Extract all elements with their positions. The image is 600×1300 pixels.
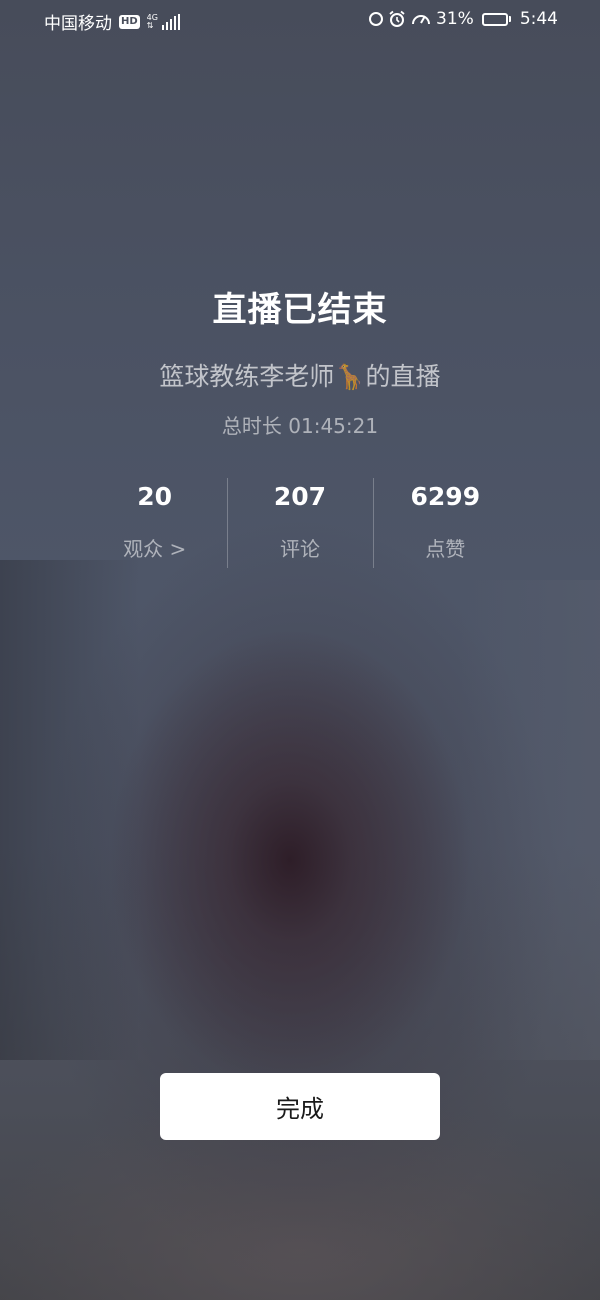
alarm-icon	[389, 10, 405, 27]
status-bar: 中国移动 HD 4G ⇅ 31% 5:44	[0, 0, 600, 40]
signal-icon	[161, 13, 180, 30]
done-button[interactable]: 完成	[160, 1073, 440, 1140]
carrier-name: 中国移动	[44, 14, 112, 34]
background-shade-right	[460, 580, 600, 1060]
data-saver-icon	[369, 12, 384, 26]
total-duration: 总时长 01:45:21	[221, 414, 379, 438]
battery-percent: 31%	[436, 9, 474, 29]
status-time: 5:44	[519, 9, 558, 29]
stats-row: 20 观众 > 207 评论 6299 点赞	[82, 478, 518, 568]
network-type-icon: 4G ⇅	[146, 12, 158, 30]
stat-viewers[interactable]: 20 观众 >	[82, 478, 227, 568]
viewers-count: 20	[137, 482, 173, 511]
stat-comments: 207 评论	[227, 478, 372, 568]
stream-subtitle: 篮球教练李老师🦒的直播	[159, 362, 441, 391]
page-title: 直播已结束	[212, 290, 388, 330]
comments-label: 评论	[279, 537, 320, 561]
hd-icon: HD	[119, 14, 140, 29]
status-right: 31% 5:44	[369, 9, 558, 29]
likes-count: 6299	[410, 482, 481, 511]
comments-count: 207	[273, 482, 327, 511]
battery-icon	[481, 12, 511, 26]
background-shade-left	[0, 560, 140, 1060]
likes-label: 点赞	[425, 537, 466, 561]
stat-likes: 6299 点赞	[372, 478, 518, 568]
status-left: 中国移动 HD 4G ⇅	[44, 9, 180, 34]
viewers-label: 观众 >	[123, 537, 187, 561]
speed-icon	[412, 15, 431, 25]
